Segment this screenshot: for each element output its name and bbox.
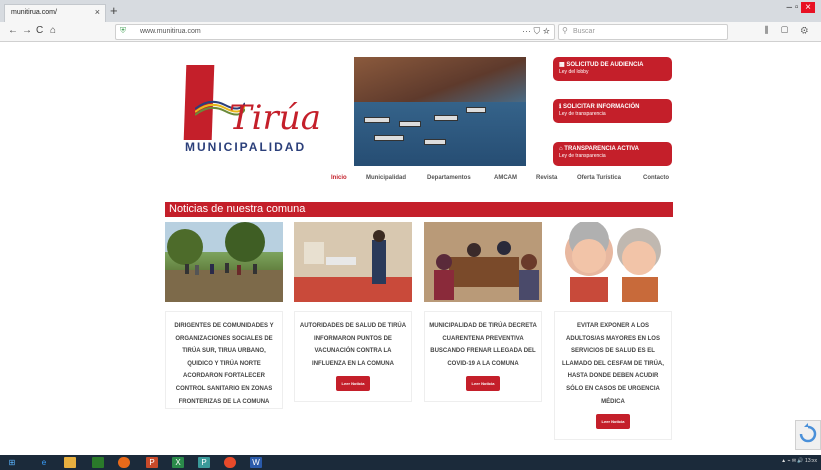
informacion-subtitle: Ley de transparencia xyxy=(559,111,606,117)
transparencia-title: TRANSPARENCIA ACTIVA xyxy=(564,146,639,152)
read-news-button-4[interactable]: Leer Noticia xyxy=(595,414,631,430)
informacion-title: SOLICITAR INFORMACIÓN xyxy=(562,104,640,110)
hero-image-harbor xyxy=(354,57,526,166)
menu-item-departamentos[interactable]: Departamentos xyxy=(427,175,471,181)
new-tab-button[interactable]: + xyxy=(110,3,118,18)
audiencia-title: SOLICITUD DE AUDIENCIA xyxy=(566,62,644,68)
news-card-1-text: DIRIGENTES DE COMUNIDADES Y ORGANIZACION… xyxy=(174,323,274,405)
browser-tabbar: munitirua.com/ × + – ▫ × xyxy=(0,0,821,22)
shield-icon: ⛨ xyxy=(120,26,126,35)
menu-item-revista[interactable]: Revista xyxy=(536,175,557,181)
menu-item-contacto[interactable]: Contacto xyxy=(643,175,669,181)
news-card-3-text: MUNICIPALIDAD DE TIRÚA DECRETA CUARENTEN… xyxy=(429,323,537,367)
maximize-button[interactable]: ▫ xyxy=(795,2,799,13)
transparencia-subtitle: Ley de transparencia xyxy=(559,153,606,159)
menu-item-amcam[interactable]: AMCAM xyxy=(494,175,517,181)
forward-icon[interactable]: → xyxy=(22,25,32,36)
window-controls: – ▫ × xyxy=(786,2,815,13)
news-section-heading: Noticias de nuestra comuna xyxy=(165,202,673,217)
url-text: www.munitirua.com xyxy=(140,28,201,35)
news-card-2: AUTORIDADES DE SALUD DE TIRÚA INFORMARON… xyxy=(294,311,412,403)
close-window-button[interactable]: × xyxy=(801,2,815,13)
tray-icons[interactable]: ▲ ⌁ ✉ 🔊 xyxy=(781,458,805,464)
word-icon[interactable]: W xyxy=(250,457,262,468)
clock-text[interactable]: 13:xx xyxy=(805,458,817,464)
powerpoint-icon[interactable]: P xyxy=(146,457,158,468)
news-image-1[interactable] xyxy=(165,222,283,302)
news-card-3: MUNICIPALIDAD DE TIRÚA DECRETA CUARENTEN… xyxy=(424,311,542,403)
logo-name: Tirúa xyxy=(229,98,321,138)
read-news-button-2[interactable]: Leer Noticia xyxy=(335,376,371,392)
search-icon: ⚲ xyxy=(562,26,568,35)
back-icon[interactable]: ← xyxy=(8,25,18,36)
audiencia-button[interactable]: ▦ SOLICITUD DE AUDIENCIA Ley del lobby xyxy=(553,57,672,81)
news-image-3[interactable] xyxy=(424,222,542,302)
publisher-icon[interactable]: P xyxy=(198,457,210,468)
store-icon[interactable] xyxy=(92,457,104,468)
tab-close-icon[interactable]: × xyxy=(95,7,100,17)
municipality-logo[interactable]: Tirúa MUNICIPALIDAD xyxy=(183,60,321,165)
file-explorer-icon[interactable] xyxy=(64,457,76,468)
browser-tab[interactable]: munitirua.com/ × xyxy=(4,4,106,22)
home-icon[interactable]: ⌂ xyxy=(50,25,56,36)
reload-icon[interactable]: C xyxy=(36,25,43,36)
firefox-icon[interactable] xyxy=(118,457,130,468)
search-placeholder: Buscar xyxy=(573,28,595,35)
read-news-button-3[interactable]: Leer Noticia xyxy=(465,376,501,392)
news-card-1: DIRIGENTES DE COMUNIDADES Y ORGANIZACION… xyxy=(165,311,283,410)
url-bar[interactable]: ⛨ www.munitirua.com ··· ⛉ ☆ xyxy=(115,24,555,40)
solicitar-informacion-button[interactable]: ℹ SOLICITAR INFORMACIÓN Ley de transpare… xyxy=(553,99,672,123)
menu-item-oferta-turistica[interactable]: Oferta Turística xyxy=(577,175,621,181)
transparencia-activa-button[interactable]: ⌂ TRANSPARENCIA ACTIVA Ley de transparen… xyxy=(553,142,672,166)
menu-item-municipalidad[interactable]: Municipalidad xyxy=(366,175,406,181)
recaptcha-badge[interactable] xyxy=(795,420,821,450)
windows-taskbar: ⊞ e P X P W ▲ ⌁ ✉ 🔊 13:xx xyxy=(0,455,821,470)
news-image-4[interactable] xyxy=(554,222,672,302)
browser-navbar: ← → C ⌂ ⛨ www.munitirua.com ··· ⛉ ☆ ⚲ Bu… xyxy=(0,22,821,42)
news-card-4-text: EVITAR EXPONER A LOS ADULTOS/AS MAYORES … xyxy=(562,323,664,405)
menu-item-inicio[interactable]: Inicio xyxy=(331,175,347,181)
system-tray: ▲ ⌁ ✉ 🔊 13:xx xyxy=(781,458,817,464)
windows-start-icon[interactable]: ⊞ xyxy=(6,457,18,468)
news-image-2[interactable] xyxy=(294,222,412,302)
excel-icon[interactable]: X xyxy=(172,457,184,468)
news-card-4: EVITAR EXPONER A LOS ADULTOS/AS MAYORES … xyxy=(554,311,672,441)
chrome-icon[interactable] xyxy=(224,457,236,468)
minimize-button[interactable]: – xyxy=(786,2,792,13)
news-card-2-text: AUTORIDADES DE SALUD DE TIRÚA INFORMARON… xyxy=(299,323,407,367)
search-input[interactable]: ⚲ Buscar xyxy=(558,24,728,40)
edge-icon[interactable]: e xyxy=(38,457,50,468)
logo-subtitle: MUNICIPALIDAD xyxy=(185,140,307,154)
audiencia-subtitle: Ley del lobby xyxy=(559,69,589,75)
url-actions-icons[interactable]: ··· ⛉ ☆ xyxy=(522,26,550,37)
toolbar-icons[interactable]: ⫼ ▢ ⚙ xyxy=(764,25,813,36)
recaptcha-icon xyxy=(799,423,817,443)
tab-title: munitirua.com/ xyxy=(11,9,57,16)
